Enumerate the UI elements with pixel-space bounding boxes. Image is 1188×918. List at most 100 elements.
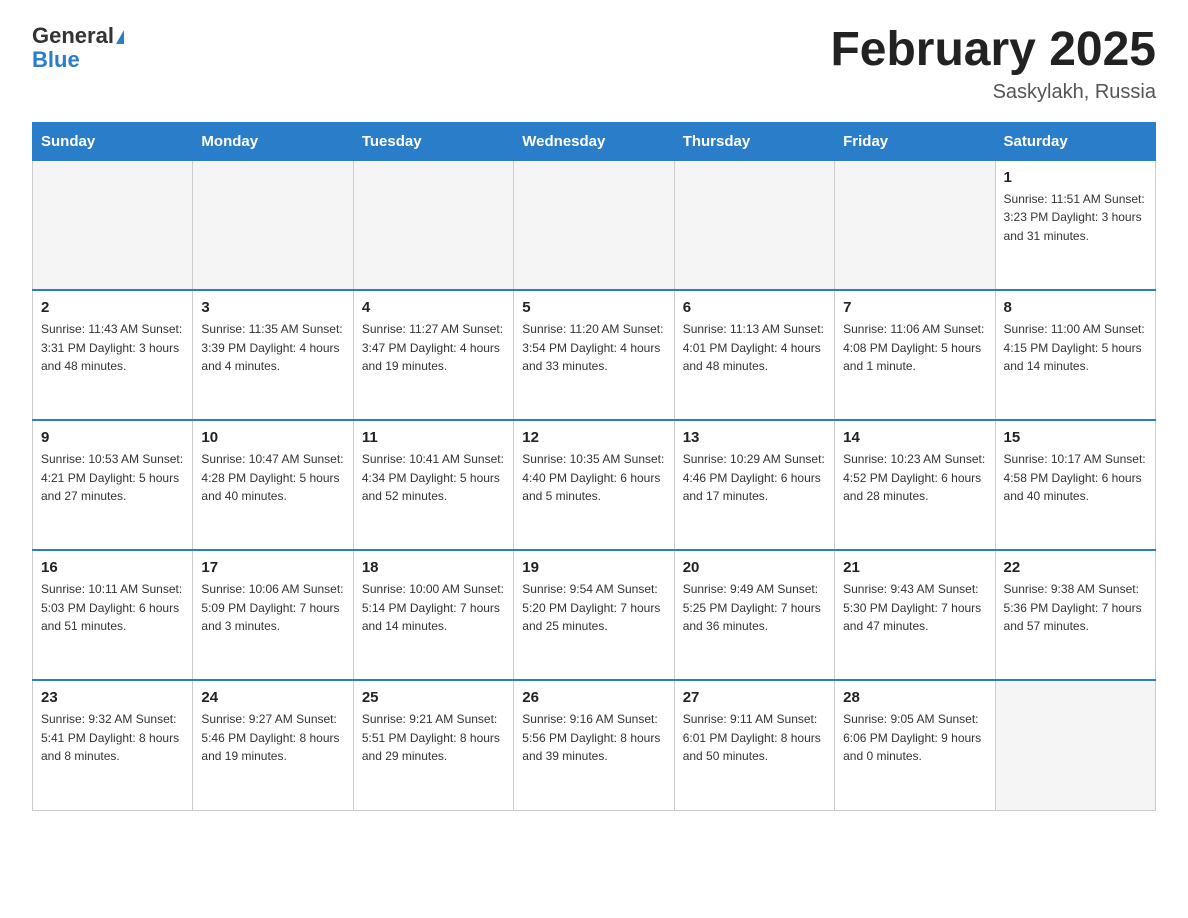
calendar-week-row: 16Sunrise: 10:11 AM Sunset: 5:03 PM Dayl… — [33, 550, 1156, 680]
day-number: 12 — [522, 429, 665, 446]
day-info: Sunrise: 10:11 AM Sunset: 5:03 PM Daylig… — [41, 580, 184, 636]
page-header: General Blue February 2025 Saskylakh, Ru… — [32, 24, 1156, 104]
table-row — [353, 160, 513, 290]
day-info: Sunrise: 11:43 AM Sunset: 3:31 PM Daylig… — [41, 320, 184, 376]
table-row: 26 Sunrise: 9:16 AM Sunset: 5:56 PM Dayli… — [514, 680, 674, 810]
table-row: 27 Sunrise: 9:11 AM Sunset: 6:01 PM Dayli… — [674, 680, 834, 810]
table-row: 21 Sunrise: 9:43 AM Sunset: 5:30 PM Dayli… — [835, 550, 995, 680]
table-row: 22 Sunrise: 9:38 AM Sunset: 5:36 PM Dayli… — [995, 550, 1155, 680]
day-info: Sunrise: 10:53 AM Sunset: 4:21 PM Daylig… — [41, 450, 184, 506]
day-info: Sunrise: 9:49 AM Sunset: 5:25 PM Dayligh… — [683, 580, 826, 636]
day-info: Sunrise: 10:06 AM Sunset: 5:09 PM Daylig… — [201, 580, 344, 636]
table-row: 2Sunrise: 11:43 AM Sunset: 3:31 PM Dayli… — [33, 290, 193, 420]
table-row: 6 Sunrise: 11:13 AM Sunset: 4:01 PM Dayli… — [674, 290, 834, 420]
table-row: 18 Sunrise: 10:00 AM Sunset: 5:14 PM Dayl… — [353, 550, 513, 680]
calendar-week-row: 1 Sunrise: 11:51 AM Sunset: 3:23 PM Dayli… — [33, 160, 1156, 290]
day-number: 18 — [362, 559, 505, 576]
day-info: Sunrise: 10:00 AM Sunset: 5:14 PM Daylig… — [362, 580, 505, 636]
table-row: 13 Sunrise: 10:29 AM Sunset: 4:46 PM Dayl… — [674, 420, 834, 550]
day-number: 7 — [843, 299, 986, 316]
table-row: 16Sunrise: 10:11 AM Sunset: 5:03 PM Dayl… — [33, 550, 193, 680]
table-row — [674, 160, 834, 290]
table-row — [33, 160, 193, 290]
day-info: Sunrise: 10:23 AM Sunset: 4:52 PM Daylig… — [843, 450, 986, 506]
day-number: 14 — [843, 429, 986, 446]
header-tuesday: Tuesday — [353, 122, 513, 160]
table-row: 10 Sunrise: 10:47 AM Sunset: 4:28 PM Dayl… — [193, 420, 353, 550]
header-monday: Monday — [193, 122, 353, 160]
day-info: Sunrise: 10:29 AM Sunset: 4:46 PM Daylig… — [683, 450, 826, 506]
day-number: 3 — [201, 299, 344, 316]
calendar-week-row: 2Sunrise: 11:43 AM Sunset: 3:31 PM Dayli… — [33, 290, 1156, 420]
day-number: 27 — [683, 689, 826, 706]
day-info: Sunrise: 9:16 AM Sunset: 5:56 PM Dayligh… — [522, 710, 665, 766]
calendar-week-row: 23Sunrise: 9:32 AM Sunset: 5:41 PM Dayli… — [33, 680, 1156, 810]
day-number: 10 — [201, 429, 344, 446]
header-wednesday: Wednesday — [514, 122, 674, 160]
day-info: Sunrise: 11:06 AM Sunset: 4:08 PM Daylig… — [843, 320, 986, 376]
day-info: Sunrise: 11:00 AM Sunset: 4:15 PM Daylig… — [1004, 320, 1147, 376]
table-row: 28 Sunrise: 9:05 AM Sunset: 6:06 PM Dayli… — [835, 680, 995, 810]
table-row: 17 Sunrise: 10:06 AM Sunset: 5:09 PM Dayl… — [193, 550, 353, 680]
day-number: 25 — [362, 689, 505, 706]
day-info: Sunrise: 9:21 AM Sunset: 5:51 PM Dayligh… — [362, 710, 505, 766]
table-row: 8 Sunrise: 11:00 AM Sunset: 4:15 PM Dayli… — [995, 290, 1155, 420]
logo-general-text: General — [32, 23, 114, 48]
day-info: Sunrise: 10:41 AM Sunset: 4:34 PM Daylig… — [362, 450, 505, 506]
header-thursday: Thursday — [674, 122, 834, 160]
weekday-header-row: Sunday Monday Tuesday Wednesday Thursday… — [33, 122, 1156, 160]
day-number: 4 — [362, 299, 505, 316]
day-info: Sunrise: 9:43 AM Sunset: 5:30 PM Dayligh… — [843, 580, 986, 636]
day-number: 9 — [41, 429, 184, 446]
table-row: 24Sunrise: 9:27 AM Sunset: 5:46 PM Dayli… — [193, 680, 353, 810]
day-number: 8 — [1004, 299, 1147, 316]
day-info: Sunrise: 11:27 AM Sunset: 3:47 PM Daylig… — [362, 320, 505, 376]
day-info: Sunrise: 10:35 AM Sunset: 4:40 PM Daylig… — [522, 450, 665, 506]
table-row: 11 Sunrise: 10:41 AM Sunset: 4:34 PM Dayl… — [353, 420, 513, 550]
day-number: 6 — [683, 299, 826, 316]
day-info: Sunrise: 11:35 AM Sunset: 3:39 PM Daylig… — [201, 320, 344, 376]
day-info: Sunrise: 9:11 AM Sunset: 6:01 PM Dayligh… — [683, 710, 826, 766]
day-number: 22 — [1004, 559, 1147, 576]
logo-triangle-icon — [116, 30, 124, 44]
table-row: 19 Sunrise: 9:54 AM Sunset: 5:20 PM Dayli… — [514, 550, 674, 680]
day-number: 21 — [843, 559, 986, 576]
day-number: 1 — [1004, 169, 1147, 186]
day-number: 13 — [683, 429, 826, 446]
table-row: 15 Sunrise: 10:17 AM Sunset: 4:58 PM Dayl… — [995, 420, 1155, 550]
title-block: February 2025 Saskylakh, Russia — [830, 24, 1156, 104]
table-row: 1 Sunrise: 11:51 AM Sunset: 3:23 PM Dayli… — [995, 160, 1155, 290]
day-info: Sunrise: 10:47 AM Sunset: 4:28 PM Daylig… — [201, 450, 344, 506]
calendar-subtitle: Saskylakh, Russia — [830, 81, 1156, 104]
day-number: 26 — [522, 689, 665, 706]
day-number: 24 — [201, 689, 344, 706]
day-number: 5 — [522, 299, 665, 316]
table-row: 25 Sunrise: 9:21 AM Sunset: 5:51 PM Dayli… — [353, 680, 513, 810]
table-row: 7 Sunrise: 11:06 AM Sunset: 4:08 PM Dayli… — [835, 290, 995, 420]
logo-blue-text: Blue — [32, 48, 124, 72]
table-row: 4 Sunrise: 11:27 AM Sunset: 3:47 PM Dayli… — [353, 290, 513, 420]
day-info: Sunrise: 10:17 AM Sunset: 4:58 PM Daylig… — [1004, 450, 1147, 506]
header-friday: Friday — [835, 122, 995, 160]
day-number: 15 — [1004, 429, 1147, 446]
day-number: 11 — [362, 429, 505, 446]
table-row: 5 Sunrise: 11:20 AM Sunset: 3:54 PM Dayli… — [514, 290, 674, 420]
day-number: 23 — [41, 689, 184, 706]
day-number: 17 — [201, 559, 344, 576]
day-number: 19 — [522, 559, 665, 576]
table-row: 3 Sunrise: 11:35 AM Sunset: 3:39 PM Dayli… — [193, 290, 353, 420]
table-row — [995, 680, 1155, 810]
day-info: Sunrise: 11:13 AM Sunset: 4:01 PM Daylig… — [683, 320, 826, 376]
table-row — [514, 160, 674, 290]
day-number: 28 — [843, 689, 986, 706]
header-saturday: Saturday — [995, 122, 1155, 160]
day-number: 20 — [683, 559, 826, 576]
table-row: 14 Sunrise: 10:23 AM Sunset: 4:52 PM Dayl… — [835, 420, 995, 550]
day-info: Sunrise: 11:20 AM Sunset: 3:54 PM Daylig… — [522, 320, 665, 376]
day-info: Sunrise: 9:05 AM Sunset: 6:06 PM Dayligh… — [843, 710, 986, 766]
day-info: Sunrise: 11:51 AM Sunset: 3:23 PM Daylig… — [1004, 190, 1147, 246]
day-info: Sunrise: 9:38 AM Sunset: 5:36 PM Dayligh… — [1004, 580, 1147, 636]
day-info: Sunrise: 9:54 AM Sunset: 5:20 PM Dayligh… — [522, 580, 665, 636]
table-row: 12 Sunrise: 10:35 AM Sunset: 4:40 PM Dayl… — [514, 420, 674, 550]
logo: General Blue — [32, 24, 124, 72]
